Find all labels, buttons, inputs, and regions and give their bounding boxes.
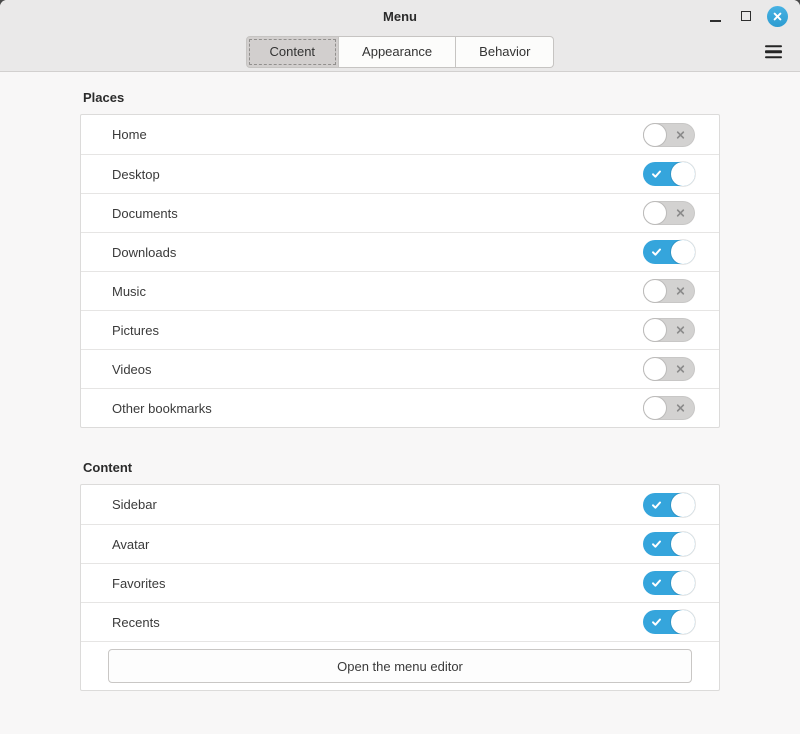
setting-label: Other bookmarks	[112, 401, 212, 416]
setting-label: Desktop	[112, 167, 160, 182]
hamburger-menu-icon[interactable]	[765, 45, 782, 59]
toggle-knob	[643, 279, 667, 303]
toggle-knob	[643, 357, 667, 381]
settings-card: Home Desktop Documents Downloads Music Pictur…	[80, 114, 720, 428]
setting-row-sidebar: Sidebar	[81, 485, 719, 524]
tab-behavior[interactable]: Behavior	[456, 36, 554, 68]
toggle-knob	[671, 532, 695, 556]
toggle-sidebar[interactable]	[643, 493, 695, 517]
toggle-knob	[671, 571, 695, 595]
check-icon	[651, 617, 662, 628]
toggle-documents[interactable]	[643, 201, 695, 225]
toggle-pictures[interactable]	[643, 318, 695, 342]
toggle-avatar[interactable]	[643, 532, 695, 556]
titlebar: Menu	[0, 0, 800, 32]
open-menu-editor-button[interactable]: Open the menu editor	[108, 649, 692, 683]
toggle-downloads[interactable]	[643, 240, 695, 264]
toggle-knob	[643, 201, 667, 225]
tab-content[interactable]: Content	[246, 36, 340, 68]
toggle-knob	[671, 610, 695, 634]
cross-icon	[676, 404, 685, 413]
minimize-button[interactable]	[704, 5, 726, 27]
toggle-knob	[671, 493, 695, 517]
check-icon	[651, 169, 662, 180]
setting-row-music: Music	[81, 271, 719, 310]
setting-label: Pictures	[112, 323, 159, 338]
cross-icon	[676, 209, 685, 218]
toggle-recents[interactable]	[643, 610, 695, 634]
hamburger-bar	[765, 45, 782, 48]
menu-settings-window: Menu ContentAppearanceBehavior PlacesHom…	[0, 0, 800, 734]
section-title: Content	[83, 457, 720, 475]
toggle-knob	[643, 318, 667, 342]
setting-row-desktop: Desktop	[81, 154, 719, 193]
section-places: Places Home Desktop Documents Downloads Music…	[80, 87, 720, 428]
hamburger-bar	[765, 56, 782, 59]
close-button[interactable]	[766, 5, 788, 27]
setting-row-other-bookmarks: Other bookmarks	[81, 388, 719, 427]
hamburger-bar	[765, 50, 782, 53]
setting-row-favorites: Favorites	[81, 563, 719, 602]
window-controls	[704, 0, 788, 32]
toggle-knob	[643, 123, 667, 147]
setting-row-avatar: Avatar	[81, 524, 719, 563]
minimize-icon	[710, 20, 721, 22]
check-icon	[651, 539, 662, 550]
setting-row-pictures: Pictures	[81, 310, 719, 349]
setting-row-recents: Recents	[81, 602, 719, 641]
card-footer: Open the menu editor	[81, 641, 719, 690]
maximize-icon	[741, 11, 751, 21]
setting-row-home: Home	[81, 115, 719, 154]
check-icon	[651, 499, 662, 510]
toggle-other-bookmarks[interactable]	[643, 396, 695, 420]
tab-bar: ContentAppearanceBehavior	[246, 36, 555, 68]
setting-label: Music	[112, 284, 146, 299]
cross-icon	[676, 130, 685, 139]
tab-appearance[interactable]: Appearance	[339, 36, 456, 68]
toggle-videos[interactable]	[643, 357, 695, 381]
toggle-favorites[interactable]	[643, 571, 695, 595]
setting-row-videos: Videos	[81, 349, 719, 388]
setting-row-downloads: Downloads	[81, 232, 719, 271]
setting-label: Videos	[112, 362, 152, 377]
toggle-knob	[671, 240, 695, 264]
setting-row-documents: Documents	[81, 193, 719, 232]
section-content: Content Sidebar Avatar Favorites Recents Open…	[80, 457, 720, 691]
toggle-knob	[671, 162, 695, 186]
setting-label: Favorites	[112, 576, 165, 591]
section-title: Places	[83, 87, 720, 105]
check-icon	[651, 247, 662, 258]
close-icon	[767, 6, 788, 27]
setting-label: Sidebar	[112, 497, 157, 512]
toggle-music[interactable]	[643, 279, 695, 303]
setting-label: Downloads	[112, 245, 176, 260]
cross-icon	[676, 287, 685, 296]
cross-icon	[676, 365, 685, 374]
toggle-knob	[643, 396, 667, 420]
toggle-desktop[interactable]	[643, 162, 695, 186]
window-title: Menu	[383, 9, 417, 24]
setting-label: Home	[112, 127, 147, 142]
check-icon	[651, 578, 662, 589]
headerbar: ContentAppearanceBehavior	[0, 32, 800, 72]
setting-label: Recents	[112, 615, 160, 630]
toggle-home[interactable]	[643, 123, 695, 147]
cross-icon	[676, 326, 685, 335]
setting-label: Documents	[112, 206, 178, 221]
maximize-button[interactable]	[735, 5, 757, 27]
settings-content: Places Home Desktop Documents Downloads Music…	[0, 72, 800, 691]
settings-card: Sidebar Avatar Favorites Recents Open the me…	[80, 484, 720, 691]
setting-label: Avatar	[112, 537, 149, 552]
